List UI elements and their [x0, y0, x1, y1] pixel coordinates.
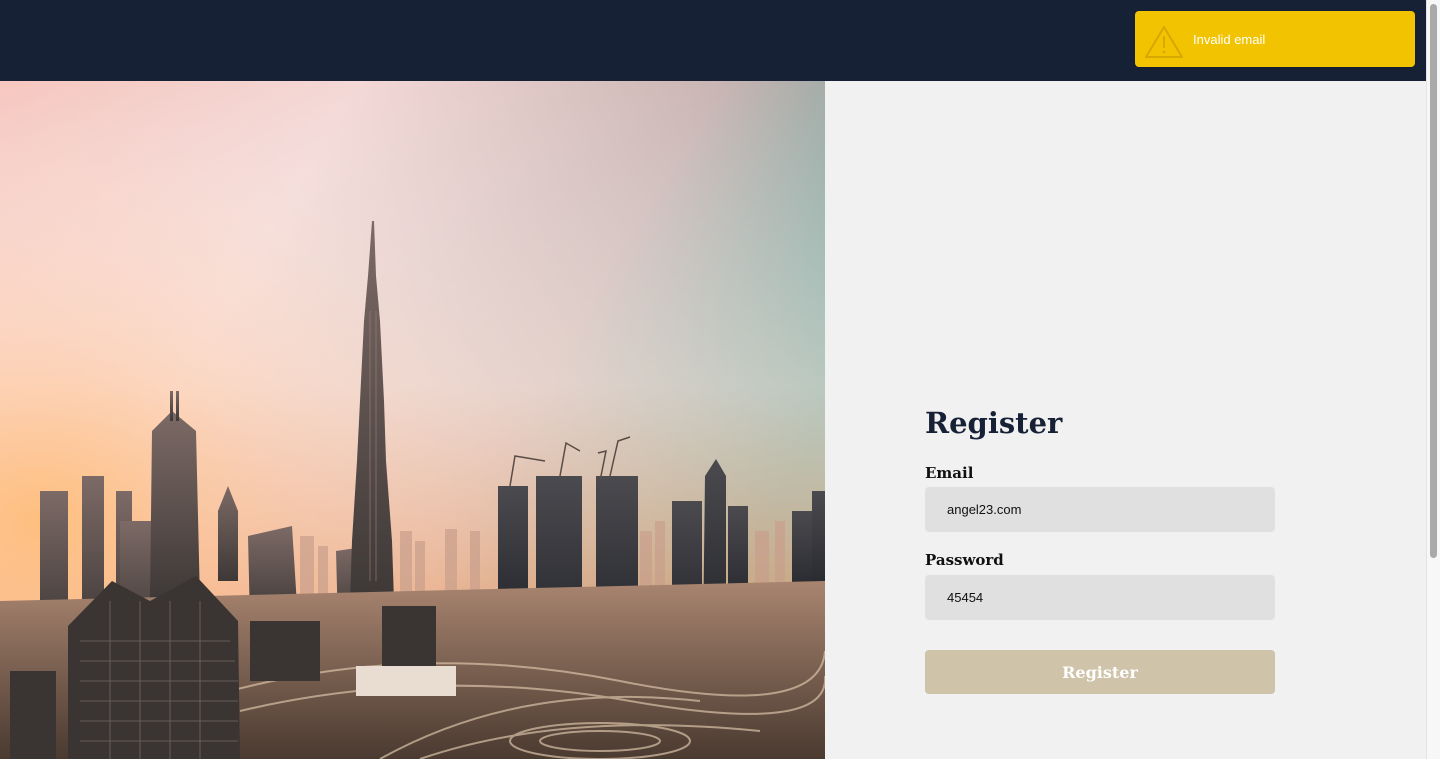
register-page: Invalid email Register Email angel23.com…	[0, 0, 1440, 759]
vertical-scrollbar[interactable]	[1426, 0, 1440, 759]
warning-icon	[1145, 26, 1183, 58]
email-field[interactable]	[925, 487, 1275, 532]
error-toast[interactable]: Invalid email	[1135, 11, 1415, 67]
city-skyline-image	[0, 81, 825, 759]
scrollbar-thumb[interactable]	[1430, 4, 1437, 558]
email-label: Email	[925, 464, 974, 482]
password-label: Password	[925, 551, 1004, 569]
password-field[interactable]	[925, 575, 1275, 620]
page-title: Register	[925, 406, 1063, 440]
register-button[interactable]: Register	[925, 650, 1275, 694]
toast-message: Invalid email	[1193, 32, 1266, 47]
